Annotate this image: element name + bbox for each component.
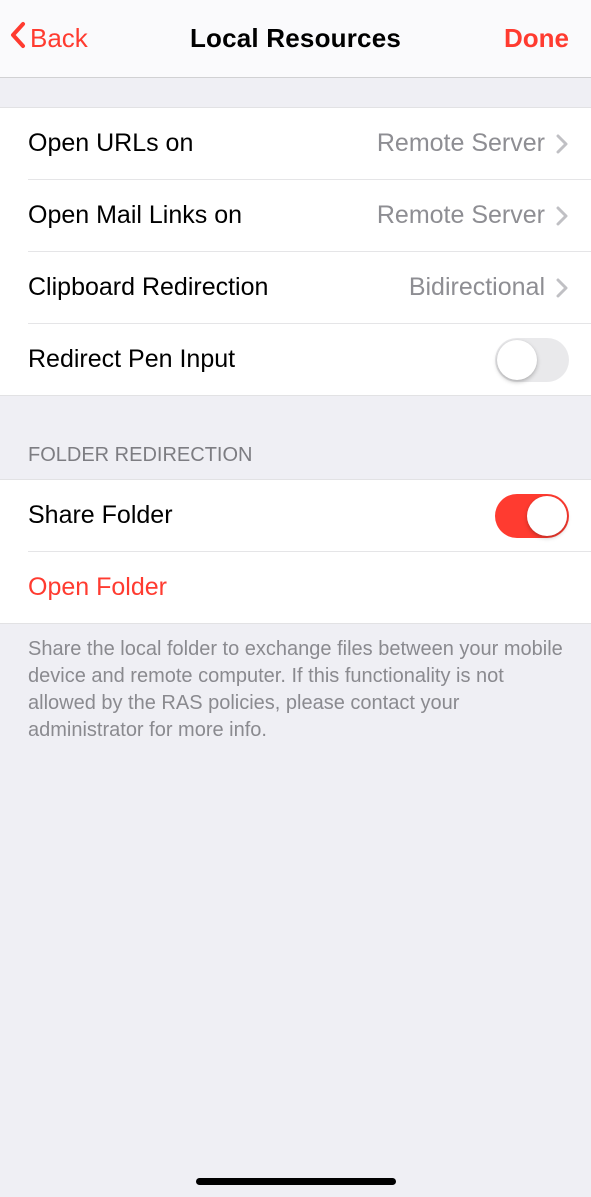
row-label: Redirect Pen Input <box>28 345 235 374</box>
page-title: Local Resources <box>190 23 401 54</box>
home-indicator[interactable] <box>196 1178 396 1185</box>
switch-knob <box>527 496 567 536</box>
row-value: Bidirectional <box>409 273 545 302</box>
row-label: Open URLs on <box>28 129 193 158</box>
chevron-right-icon <box>555 134 569 154</box>
chevron-right-icon <box>555 206 569 226</box>
row-value: Remote Server <box>377 201 545 230</box>
chevron-left-icon <box>8 21 30 56</box>
section-spacer <box>0 78 591 108</box>
back-button[interactable]: Back <box>8 21 88 56</box>
switch-knob <box>497 340 537 380</box>
chevron-right-icon <box>555 278 569 298</box>
share-folder-toggle[interactable] <box>495 494 569 538</box>
section-footer-folder-redirection: Share the local folder to exchange files… <box>0 624 591 756</box>
row-label: Clipboard Redirection <box>28 273 268 302</box>
row-value: Remote Server <box>377 129 545 158</box>
row-share-folder: Share Folder <box>0 480 591 551</box>
settings-group-general: Open URLs on Remote Server Open Mail Lin… <box>0 108 591 396</box>
row-label: Share Folder <box>28 501 173 530</box>
row-redirect-pen-input: Redirect Pen Input <box>0 324 591 395</box>
done-button[interactable]: Done <box>504 23 569 54</box>
open-folder-button[interactable]: Open Folder <box>28 573 167 602</box>
redirect-pen-input-toggle[interactable] <box>495 338 569 382</box>
row-clipboard-redirection[interactable]: Clipboard Redirection Bidirectional <box>0 252 591 323</box>
back-label: Back <box>30 23 88 54</box>
section-header-folder-redirection: FOLDER REDIRECTION <box>0 396 591 479</box>
settings-group-folder: Share Folder Open Folder <box>0 479 591 624</box>
navbar: Back Local Resources Done <box>0 0 591 78</box>
row-label: Open Mail Links on <box>28 201 242 230</box>
row-open-folder[interactable]: Open Folder <box>0 552 591 623</box>
row-open-urls[interactable]: Open URLs on Remote Server <box>0 108 591 179</box>
row-open-mail-links[interactable]: Open Mail Links on Remote Server <box>0 180 591 251</box>
